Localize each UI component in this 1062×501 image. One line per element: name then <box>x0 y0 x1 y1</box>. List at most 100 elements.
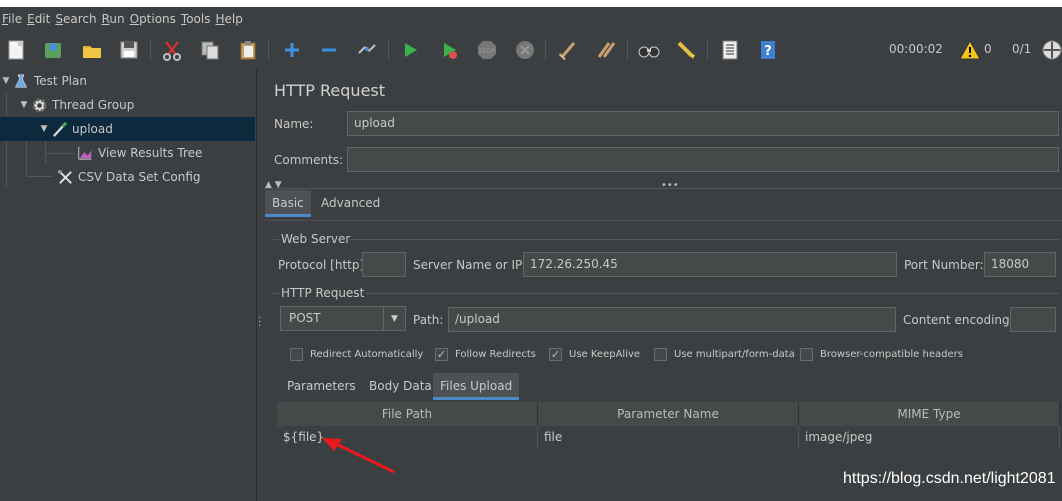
checkmark-icon[interactable]: ✓ <box>435 348 448 361</box>
server-name-input[interactable]: 172.26.250.45 <box>523 252 897 277</box>
reset-search-icon[interactable] <box>674 38 698 62</box>
menu-edit[interactable]: Edit <box>27 12 50 26</box>
start-no-pauses-icon[interactable] <box>437 38 461 62</box>
splitter-grip-icon: · · · <box>258 313 262 332</box>
shutdown-icon[interactable] <box>513 38 537 62</box>
gear-icon <box>30 96 48 114</box>
watermark-text: https://blog.csdn.net/light2081 <box>843 470 1056 487</box>
help-icon[interactable]: ? <box>756 38 780 62</box>
open-icon[interactable] <box>80 38 104 62</box>
flask-icon <box>12 72 30 90</box>
checkmark-icon[interactable]: ✓ <box>549 348 562 361</box>
toolbar: STOP ? 00:00:02 0 0/1 <box>0 31 1062 69</box>
cut-icon[interactable] <box>160 38 184 62</box>
column-header-parameter-name[interactable]: Parameter Name <box>538 402 799 426</box>
menu-help[interactable]: Help <box>216 12 243 26</box>
checkbox-box[interactable] <box>290 348 303 361</box>
toggle-icon[interactable] <box>355 38 379 62</box>
menu-options[interactable]: Options <box>130 12 176 26</box>
menu-run[interactable]: Run <box>102 12 125 26</box>
svg-text:?: ? <box>764 44 772 59</box>
redirect-automatically-checkbox[interactable]: Redirect Automatically <box>290 348 423 361</box>
method-select[interactable]: POST ▼ <box>280 306 406 331</box>
server-name-label: Server Name or IP: <box>413 258 527 272</box>
warning-icon[interactable] <box>958 38 982 62</box>
graph-listener-icon <box>76 144 94 162</box>
clear-all-icon[interactable] <box>594 38 618 62</box>
templates-icon[interactable] <box>41 38 65 62</box>
port-number-label: Port Number: <box>904 258 984 272</box>
tree-label-thread-group: Thread Group <box>52 98 135 112</box>
divider-grip-icon[interactable]: ••• <box>661 180 679 191</box>
elapsed-timer: 00:00:02 <box>889 42 943 56</box>
stop-icon[interactable]: STOP <box>475 38 499 62</box>
content-encoding-input[interactable] <box>1010 307 1056 332</box>
checkbox-box[interactable] <box>654 348 667 361</box>
tree-node-thread-group[interactable]: ▼ Thread Group <box>18 93 257 117</box>
checkbox-box[interactable] <box>800 348 813 361</box>
paste-icon[interactable] <box>236 38 260 62</box>
new-icon[interactable] <box>5 38 29 62</box>
collapse-minus-icon[interactable] <box>317 38 341 62</box>
clear-icon[interactable] <box>556 38 580 62</box>
collapse-triangle-icon[interactable]: ▼ <box>0 76 12 86</box>
svg-text:STOP: STOP <box>479 48 495 55</box>
name-label: Name: <box>274 117 314 131</box>
protocol-input[interactable] <box>362 252 406 277</box>
chevron-down-icon[interactable]: ▼ <box>383 307 405 330</box>
column-header-mime-type[interactable]: MIME Type <box>799 402 1060 426</box>
tree-node-view-results-tree[interactable]: View Results Tree <box>76 141 257 165</box>
start-icon[interactable] <box>398 38 422 62</box>
menu-tools[interactable]: Tools <box>181 12 211 26</box>
menu-bar: File Edit Search Run Options Tools Help <box>0 7 1062 31</box>
warning-count: 0 <box>984 42 992 56</box>
tree-node-upload[interactable]: ▼ upload <box>0 117 255 141</box>
content-encoding-label: Content encoding: <box>903 313 1014 327</box>
use-keepalive-checkbox[interactable]: ✓ Use KeepAlive <box>549 348 640 361</box>
panel-title: HTTP Request <box>274 81 386 100</box>
menu-file[interactable]: File <box>2 12 22 26</box>
name-input[interactable]: upload <box>347 111 1059 136</box>
active-threads-count: 0/1 <box>1012 42 1032 56</box>
tree-label-upload: upload <box>72 122 113 136</box>
menu-search[interactable]: Search <box>55 12 96 26</box>
collapse-triangle-icon[interactable]: ▼ <box>18 100 30 110</box>
tree-label-view-results-tree: View Results Tree <box>98 146 203 160</box>
remote-status-icon[interactable] <box>1040 38 1062 62</box>
red-annotation-arrow-icon <box>322 438 395 474</box>
comments-input[interactable] <box>347 147 1059 172</box>
cell-file-path[interactable]: ${file} <box>277 426 538 448</box>
method-selected-value: POST <box>289 311 321 325</box>
save-icon[interactable] <box>117 38 141 62</box>
cell-parameter-name[interactable]: file <box>538 426 799 448</box>
function-helper-icon[interactable] <box>718 38 742 62</box>
tree-node-csv-data-set-config[interactable]: CSV Data Set Config <box>56 165 257 189</box>
test-plan-tree: ▼ Test Plan ▼ Thread Group ▼ upload View… <box>0 69 257 501</box>
tree-node-test-plan[interactable]: ▼ Test Plan <box>0 69 257 93</box>
tab-parameters[interactable]: Parameters <box>280 373 363 400</box>
tree-label-test-plan: Test Plan <box>34 74 87 88</box>
tree-label-csv-data-set-config: CSV Data Set Config <box>78 170 201 184</box>
path-label: Path: <box>413 313 444 327</box>
column-header-file-path[interactable]: File Path <box>277 402 538 426</box>
http-request-group-label: HTTP Request <box>281 286 365 300</box>
expand-plus-icon[interactable] <box>280 38 304 62</box>
tab-body-data[interactable]: Body Data <box>362 373 439 400</box>
cell-mime-type[interactable]: image/jpeg <box>799 426 1060 448</box>
browser-compatible-headers-checkbox[interactable]: Browser-compatible headers <box>800 348 963 361</box>
use-multipart-checkbox[interactable]: Use multipart/form-data <box>654 348 795 361</box>
search-binoculars-icon[interactable] <box>637 38 661 62</box>
copy-icon[interactable] <box>198 38 222 62</box>
port-number-input[interactable]: 18080 <box>984 252 1056 277</box>
wrench-screwdriver-icon <box>56 168 74 186</box>
tab-basic[interactable]: Basic <box>265 190 311 217</box>
collapse-triangle-icon[interactable]: ▼ <box>38 124 50 134</box>
tab-advanced[interactable]: Advanced <box>314 190 387 217</box>
follow-redirects-checkbox[interactable]: ✓ Follow Redirects <box>435 348 536 361</box>
tab-files-upload[interactable]: Files Upload <box>433 373 520 400</box>
protocol-label: Protocol [http]: <box>278 258 369 272</box>
pipette-sampler-icon <box>50 120 68 138</box>
path-input[interactable]: /upload <box>448 307 896 332</box>
comments-label: Comments: <box>274 153 344 167</box>
window-top-strip <box>0 0 1062 7</box>
